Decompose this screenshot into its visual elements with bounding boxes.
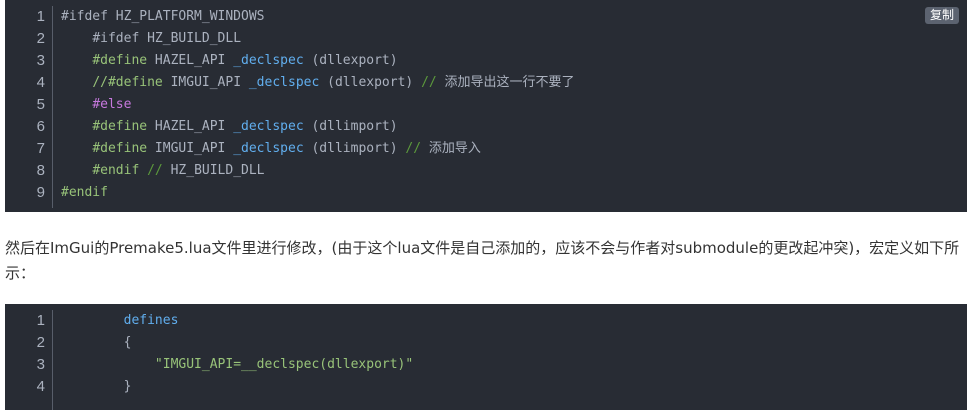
line-number: 9 bbox=[36, 184, 45, 201]
code-token: (dllexport) bbox=[303, 53, 398, 68]
code-line: #endif bbox=[61, 182, 575, 204]
line-number: 8 bbox=[36, 162, 45, 179]
line-number: 3 bbox=[36, 356, 45, 373]
code-token: #define bbox=[92, 119, 148, 134]
code-token: _declspec bbox=[233, 141, 304, 156]
code-token: IMGUI_API bbox=[162, 75, 249, 90]
code-token: _declspec bbox=[248, 75, 320, 90]
line-number: 1 bbox=[36, 8, 45, 25]
code-token: _declspec bbox=[233, 119, 304, 134]
line-number: 4 bbox=[36, 74, 45, 91]
code-token: "IMGUI_API=__declspec(dllexport)" bbox=[154, 357, 414, 372]
gutter-divider bbox=[52, 310, 53, 410]
code-token: 添加导入 bbox=[428, 141, 481, 156]
code-token: (dllimport) bbox=[303, 141, 406, 156]
code-content[interactable]: defines { "IMGUI_API=__declspec(dllexpor… bbox=[61, 310, 414, 398]
line-number-gutter: 1 2 3 4 5 6 7 8 9 bbox=[5, 6, 52, 204]
code-token: // bbox=[147, 163, 163, 178]
code-token: 添加导出这一行不要了 bbox=[444, 75, 575, 90]
line-number: 6 bbox=[36, 118, 45, 135]
line-number-gutter: 1 2 3 4 bbox=[5, 310, 52, 398]
line-number: 2 bbox=[36, 334, 45, 351]
copy-button[interactable]: 复制 bbox=[924, 7, 959, 24]
code-token: HAZEL_API bbox=[147, 119, 234, 134]
line-number: 5 bbox=[36, 96, 45, 113]
code-token: IMGUI_API bbox=[147, 141, 234, 156]
code-line: #ifdef HZ_PLATFORM_WINDOWS bbox=[61, 6, 575, 28]
code-line: //#define IMGUI_API _declspec (dllexport… bbox=[61, 72, 575, 94]
code-token: #else bbox=[92, 97, 132, 112]
line-number: 2 bbox=[36, 30, 45, 47]
code-line: #else bbox=[61, 94, 575, 116]
code-token: (dllexport) bbox=[319, 75, 422, 90]
gutter-divider bbox=[52, 6, 53, 208]
code-line: #endif // HZ_BUILD_DLL bbox=[61, 160, 575, 182]
code-token: #endif bbox=[61, 185, 108, 200]
code-block-1: 1 2 3 4 5 6 7 8 9 #ifdef HZ_PLATFORM_WINDOWS #if… bbox=[5, 0, 967, 212]
code-line: #define IMGUI_API _declspec (dllimport) … bbox=[61, 138, 575, 160]
line-number: 4 bbox=[36, 378, 45, 395]
code-line: #define HAZEL_API _declspec (dllexport) bbox=[61, 50, 575, 72]
line-number: 1 bbox=[36, 312, 45, 329]
code-token: } bbox=[123, 379, 132, 394]
line-number: 3 bbox=[36, 52, 45, 69]
code-content[interactable]: #ifdef HZ_PLATFORM_WINDOWS #ifdef HZ_BUI… bbox=[61, 6, 575, 204]
code-token: #define bbox=[92, 141, 148, 156]
code-line: "IMGUI_API=__declspec(dllexport)" bbox=[61, 354, 413, 376]
code-line: defines bbox=[61, 310, 413, 332]
code-line: #ifdef HZ_BUILD_DLL bbox=[61, 28, 575, 50]
code-token: #ifdef HZ_PLATFORM_WINDOWS bbox=[61, 9, 265, 24]
line-number: 7 bbox=[36, 140, 45, 157]
code-line: #define HAZEL_API _declspec (dllimport) bbox=[61, 116, 575, 138]
code-token: HAZEL_API bbox=[147, 53, 234, 68]
code-block-2: 1 2 3 4 defines { "IMGUI_API=__declspec(dll… bbox=[5, 304, 967, 410]
code-token: { bbox=[123, 335, 132, 350]
code-line: } bbox=[61, 376, 413, 398]
code-token: HZ_BUILD_DLL bbox=[162, 163, 265, 178]
code-token: //#define bbox=[92, 75, 163, 90]
code-token: // bbox=[405, 141, 429, 156]
code-token: #ifdef HZ_BUILD_DLL bbox=[92, 31, 242, 46]
code-line: { bbox=[61, 332, 413, 354]
code-token: #endif bbox=[92, 163, 140, 178]
code-token: #define bbox=[92, 53, 148, 68]
code-token: // bbox=[421, 75, 445, 90]
code-token: (dllimport) bbox=[303, 119, 398, 134]
code-token: defines bbox=[123, 313, 179, 328]
body-paragraph: 然后在ImGui的Premake5.lua文件里进行修改，(由于这个lua文件是… bbox=[5, 239, 960, 282]
code-token: _declspec bbox=[233, 53, 304, 68]
